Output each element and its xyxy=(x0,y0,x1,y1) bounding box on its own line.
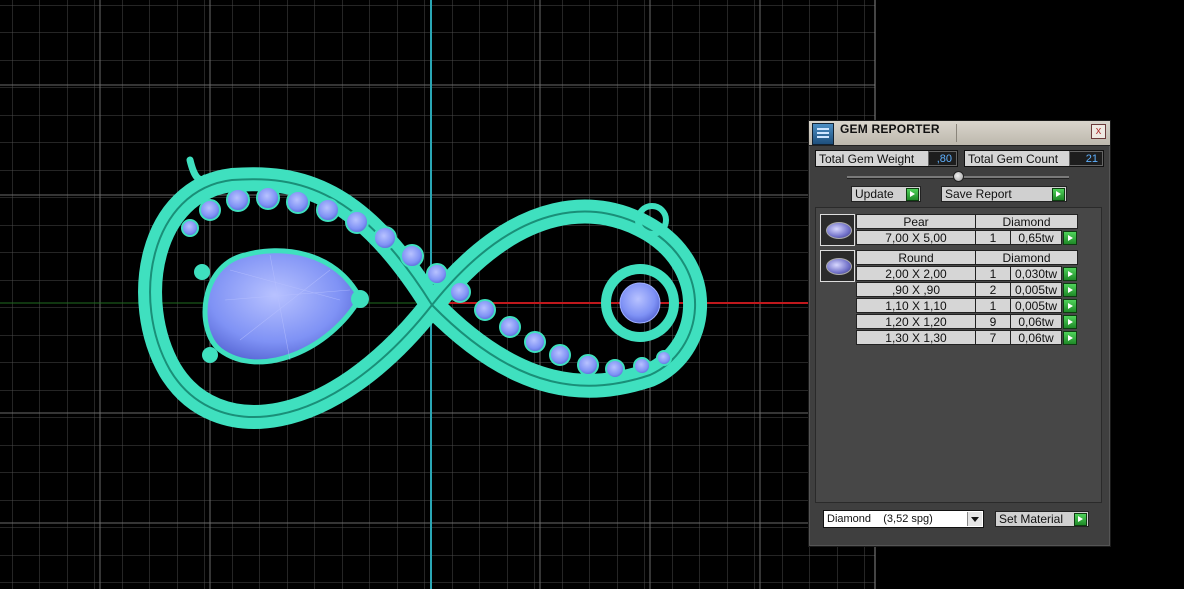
set-material-button[interactable]: Set Material xyxy=(995,511,1089,527)
panel-title: GEM REPORTER xyxy=(840,122,940,136)
gem-count-cell: 1 xyxy=(975,298,1011,313)
gem-weight-cell: 0,06tw xyxy=(1010,314,1062,329)
gem-reporter-panel: GEM REPORTER x Total Gem Weight ,80 Tota… xyxy=(808,120,1111,547)
close-icon[interactable]: x xyxy=(1091,124,1106,139)
row-select-button[interactable] xyxy=(1063,315,1077,329)
save-report-button[interactable]: Save Report xyxy=(941,186,1067,202)
gem-count-cell: 2 xyxy=(975,282,1011,297)
save-report-button-label: Save Report xyxy=(945,187,1012,201)
gem-list[interactable]: Pear Diamond 7,00 X 5,00 1 0,65tw Round … xyxy=(815,207,1102,503)
material-select[interactable]: Diamond (3,52 spg) xyxy=(823,510,984,528)
gem-size-cell: 1,10 X 1,10 xyxy=(856,298,976,313)
gem-material-header: Diamond xyxy=(975,214,1078,229)
material-select-value: Diamond (3,52 spg) xyxy=(827,513,933,525)
row-select-button[interactable] xyxy=(1063,267,1077,281)
gem-count-cell: 1 xyxy=(975,266,1011,281)
gem-thumbnail-pear[interactable] xyxy=(820,214,855,246)
row-select-button[interactable] xyxy=(1063,331,1077,345)
gem-weight-cell: 0,65tw xyxy=(1010,230,1062,245)
gem-size-cell: 1,30 X 1,30 xyxy=(856,330,976,345)
set-material-button-label: Set Material xyxy=(999,512,1064,526)
gem-shape-header: Round xyxy=(856,250,976,265)
gem-reporter-icon xyxy=(812,123,834,145)
row-select-button[interactable] xyxy=(1063,231,1077,245)
gem-thumbnail-round[interactable] xyxy=(820,250,855,282)
titlebar-divider xyxy=(956,124,957,142)
total-gem-weight-value: ,80 xyxy=(928,151,957,166)
gem-count-cell: 7 xyxy=(975,330,1011,345)
row-select-button[interactable] xyxy=(1063,283,1077,297)
gem-count-cell: 1 xyxy=(975,230,1011,245)
gem-shape-header: Pear xyxy=(856,214,976,229)
gem-weight-cell: 0,005tw xyxy=(1010,282,1062,297)
gem-size-cell: 1,20 X 1,20 xyxy=(856,314,976,329)
green-arrow-icon xyxy=(1074,513,1087,526)
gem-size-cell: ,90 X ,90 xyxy=(856,282,976,297)
gem-thumbnail-icon xyxy=(826,258,852,275)
total-gem-count-value: 21 xyxy=(1069,151,1103,166)
gem-count-cell: 9 xyxy=(975,314,1011,329)
gem-weight-cell: 0,06tw xyxy=(1010,330,1062,345)
gem-material-header: Diamond xyxy=(975,250,1078,265)
gem-size-cell: 2,00 X 2,00 xyxy=(856,266,976,281)
gem-weight-cell: 0,005tw xyxy=(1010,298,1062,313)
green-arrow-icon xyxy=(1052,188,1065,201)
update-button-label: Update xyxy=(855,187,894,201)
chevron-down-icon[interactable] xyxy=(967,512,982,526)
row-select-button[interactable] xyxy=(1063,299,1077,313)
slider-knob[interactable] xyxy=(953,171,964,182)
gem-thumbnail-icon xyxy=(826,222,852,239)
green-arrow-icon xyxy=(906,188,919,201)
gem-weight-cell: 0,030tw xyxy=(1010,266,1062,281)
gem-size-cell: 7,00 X 5,00 xyxy=(856,230,976,245)
update-button[interactable]: Update xyxy=(851,186,921,202)
panel-titlebar[interactable]: GEM REPORTER x xyxy=(809,121,1110,146)
